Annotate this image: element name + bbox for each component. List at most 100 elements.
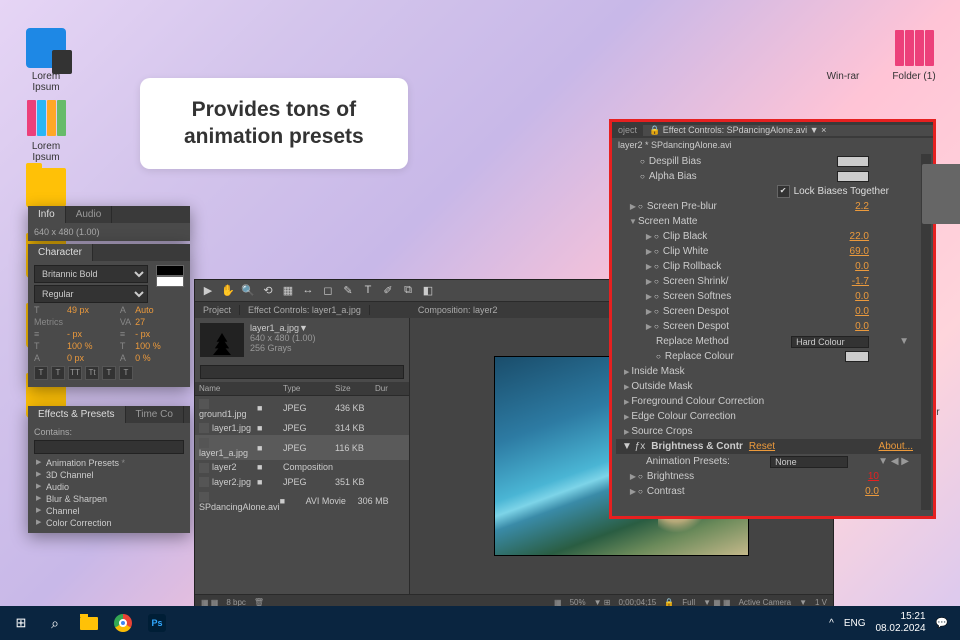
table-row[interactable]: ground1.jpg■JPEG436 KB xyxy=(195,396,409,421)
lock-biases-checkbox[interactable]: Lock Biases Together xyxy=(777,185,889,198)
replace-colour-swatch[interactable] xyxy=(845,351,869,362)
notifications-icon[interactable]: 💬 xyxy=(936,618,948,629)
font-family-select[interactable]: Britannic Bold xyxy=(34,265,148,283)
language-indicator[interactable]: ENG xyxy=(844,618,866,629)
pen-tool-icon[interactable]: ✎ xyxy=(341,284,355,298)
mask-tool-icon[interactable]: ◻ xyxy=(321,284,335,298)
section-screen-matte[interactable]: Screen Matte xyxy=(638,216,697,227)
effect-brightness-title[interactable]: Brightness & Contr xyxy=(651,441,743,452)
tree-3d-channel[interactable]: 3D Channel xyxy=(34,469,184,481)
tracking-value[interactable]: 27 xyxy=(135,317,184,327)
brightness-value[interactable]: 10 xyxy=(868,471,879,482)
font-size[interactable]: 49 px xyxy=(67,305,116,315)
effects-search[interactable] xyxy=(34,440,184,454)
prop-clip-rollback[interactable]: Clip Rollback xyxy=(663,261,721,272)
col-dur[interactable]: Dur xyxy=(375,384,405,393)
prop-screen-shrink[interactable]: Screen Shrink/ xyxy=(663,276,729,287)
prop-preblur[interactable]: Screen Pre-blur xyxy=(647,201,717,212)
text-tool-icon[interactable]: T xyxy=(361,284,375,298)
prop-clip-white[interactable]: Clip White xyxy=(663,246,709,257)
prop-contrast[interactable]: Contrast xyxy=(647,486,685,497)
prop-clip-black[interactable]: Clip Black xyxy=(663,231,707,242)
hscale-value[interactable]: 100 % xyxy=(67,341,116,351)
tab-info[interactable]: Info xyxy=(28,206,66,223)
desktop-icon-winrar[interactable]: Win-rar xyxy=(817,28,869,82)
rotate-tool-icon[interactable]: ⟲ xyxy=(261,284,275,298)
table-row[interactable]: SPdancingAlone.avi■AVI Movie306 MB xyxy=(195,489,409,514)
alpha-swatch[interactable] xyxy=(837,171,869,182)
selection-tool-icon[interactable]: ▶ xyxy=(201,284,215,298)
despot2-value[interactable]: 0.0 xyxy=(855,321,869,332)
project-search[interactable] xyxy=(200,365,404,379)
stroke-pos[interactable]: 0 % xyxy=(135,353,184,363)
vscale-value[interactable]: 100 % xyxy=(135,341,184,351)
font-style-select[interactable]: Regular xyxy=(34,285,148,303)
section-inside-mask[interactable]: Inside Mask xyxy=(616,364,929,379)
stroke-width[interactable]: 0 px xyxy=(67,353,116,363)
pan-tool-icon[interactable]: ↔ xyxy=(301,284,315,298)
table-row[interactable]: layer1.jpg■JPEG314 KB xyxy=(195,421,409,436)
brush-tool-icon[interactable]: ✐ xyxy=(381,284,395,298)
shrink-value[interactable]: -1.7 xyxy=(852,276,869,287)
preblur-value[interactable]: 2.2 xyxy=(855,201,869,212)
color-swatch[interactable] xyxy=(156,265,184,287)
zoom-tool-icon[interactable]: 🔍 xyxy=(241,284,255,298)
table-row[interactable]: layer2■Composition xyxy=(195,460,409,475)
softness-value[interactable]: 0.0 xyxy=(855,291,869,302)
despot1-value[interactable]: 0.0 xyxy=(855,306,869,317)
bold-icon[interactable]: T xyxy=(34,366,48,380)
section-source-crops[interactable]: Source Crops xyxy=(616,424,929,439)
smallcaps-icon[interactable]: Tt xyxy=(85,366,99,380)
section-fg-cc[interactable]: Foreground Colour Correction xyxy=(616,394,929,409)
kern-value[interactable]: - px xyxy=(67,329,116,339)
prop-replace-colour[interactable]: Replace Colour xyxy=(665,351,734,362)
col-size[interactable]: Size xyxy=(335,384,375,393)
prop-alpha-bias[interactable]: Alpha Bias xyxy=(649,171,697,182)
replace-method-select[interactable]: Hard Colour xyxy=(791,336,869,348)
table-row[interactable]: layer1_a.jpg■JPEG116 KB xyxy=(195,435,409,460)
tab-time-controls[interactable]: Time Co xyxy=(126,406,184,423)
desktop-icon-pc[interactable]: Lorem Ipsum xyxy=(20,28,72,93)
prop-screen-despot[interactable]: Screen Despot xyxy=(663,321,729,332)
reset-link[interactable]: Reset xyxy=(749,441,775,452)
animation-presets-select[interactable]: None xyxy=(770,456,848,468)
section-outside-mask[interactable]: Outside Mask xyxy=(616,379,929,394)
tab-character[interactable]: Character xyxy=(28,244,93,261)
col-type[interactable]: Type xyxy=(283,384,335,393)
prop-screen-despot[interactable]: Screen Despot xyxy=(663,306,729,317)
clone-tool-icon[interactable]: ⧉ xyxy=(401,284,415,298)
tab-project-cut[interactable]: oject xyxy=(612,125,643,135)
tree-animation-presets[interactable]: Animation Presets xyxy=(34,457,184,469)
tree-audio[interactable]: Audio xyxy=(34,481,184,493)
clip-white-value[interactable]: 69.0 xyxy=(850,246,869,257)
clock[interactable]: 15:21 08.02.2024 xyxy=(875,611,925,635)
sub-icon[interactable]: T xyxy=(119,366,133,380)
section-edge-cc[interactable]: Edge Colour Correction xyxy=(616,409,929,424)
scrollbar[interactable] xyxy=(921,154,931,510)
taskbar-photoshop[interactable]: Ps xyxy=(140,608,174,638)
caps-icon[interactable]: TT xyxy=(68,366,82,380)
taskbar-chrome[interactable] xyxy=(106,608,140,638)
hand-tool-icon[interactable]: ✋ xyxy=(221,284,235,298)
tree-color-correction[interactable]: Color Correction xyxy=(34,517,184,529)
italic-icon[interactable]: T xyxy=(51,366,65,380)
fx-toggle-icon[interactable]: ▼ ƒx xyxy=(622,441,645,452)
tab-effect-controls[interactable]: Effect Controls: SPdancingAlone.avi xyxy=(663,125,807,135)
super-icon[interactable]: T xyxy=(102,366,116,380)
leading-value[interactable]: Auto xyxy=(135,305,184,315)
about-link[interactable]: About... xyxy=(879,441,913,452)
col-name[interactable]: Name xyxy=(199,384,257,393)
erase-tool-icon[interactable]: ◧ xyxy=(421,284,435,298)
desktop-icon-binders[interactable]: Lorem Ipsum xyxy=(20,98,72,163)
tab-effects-presets[interactable]: Effects & Presets xyxy=(28,406,126,423)
tray-up-icon[interactable]: ^ xyxy=(829,618,834,629)
camera-tool-icon[interactable]: ▦ xyxy=(281,284,295,298)
desktop-icon-binders[interactable]: Folder (1) xyxy=(888,28,940,82)
clip-black-value[interactable]: 22.0 xyxy=(850,231,869,242)
despill-swatch[interactable] xyxy=(837,156,869,167)
rollback-value[interactable]: 0.0 xyxy=(855,261,869,272)
taskbar-explorer[interactable] xyxy=(72,608,106,638)
table-row[interactable]: layer2.jpg■JPEG351 KB xyxy=(195,475,409,490)
search-button[interactable]: ⌕ xyxy=(38,608,72,638)
baseline-value[interactable]: - px xyxy=(135,329,184,339)
